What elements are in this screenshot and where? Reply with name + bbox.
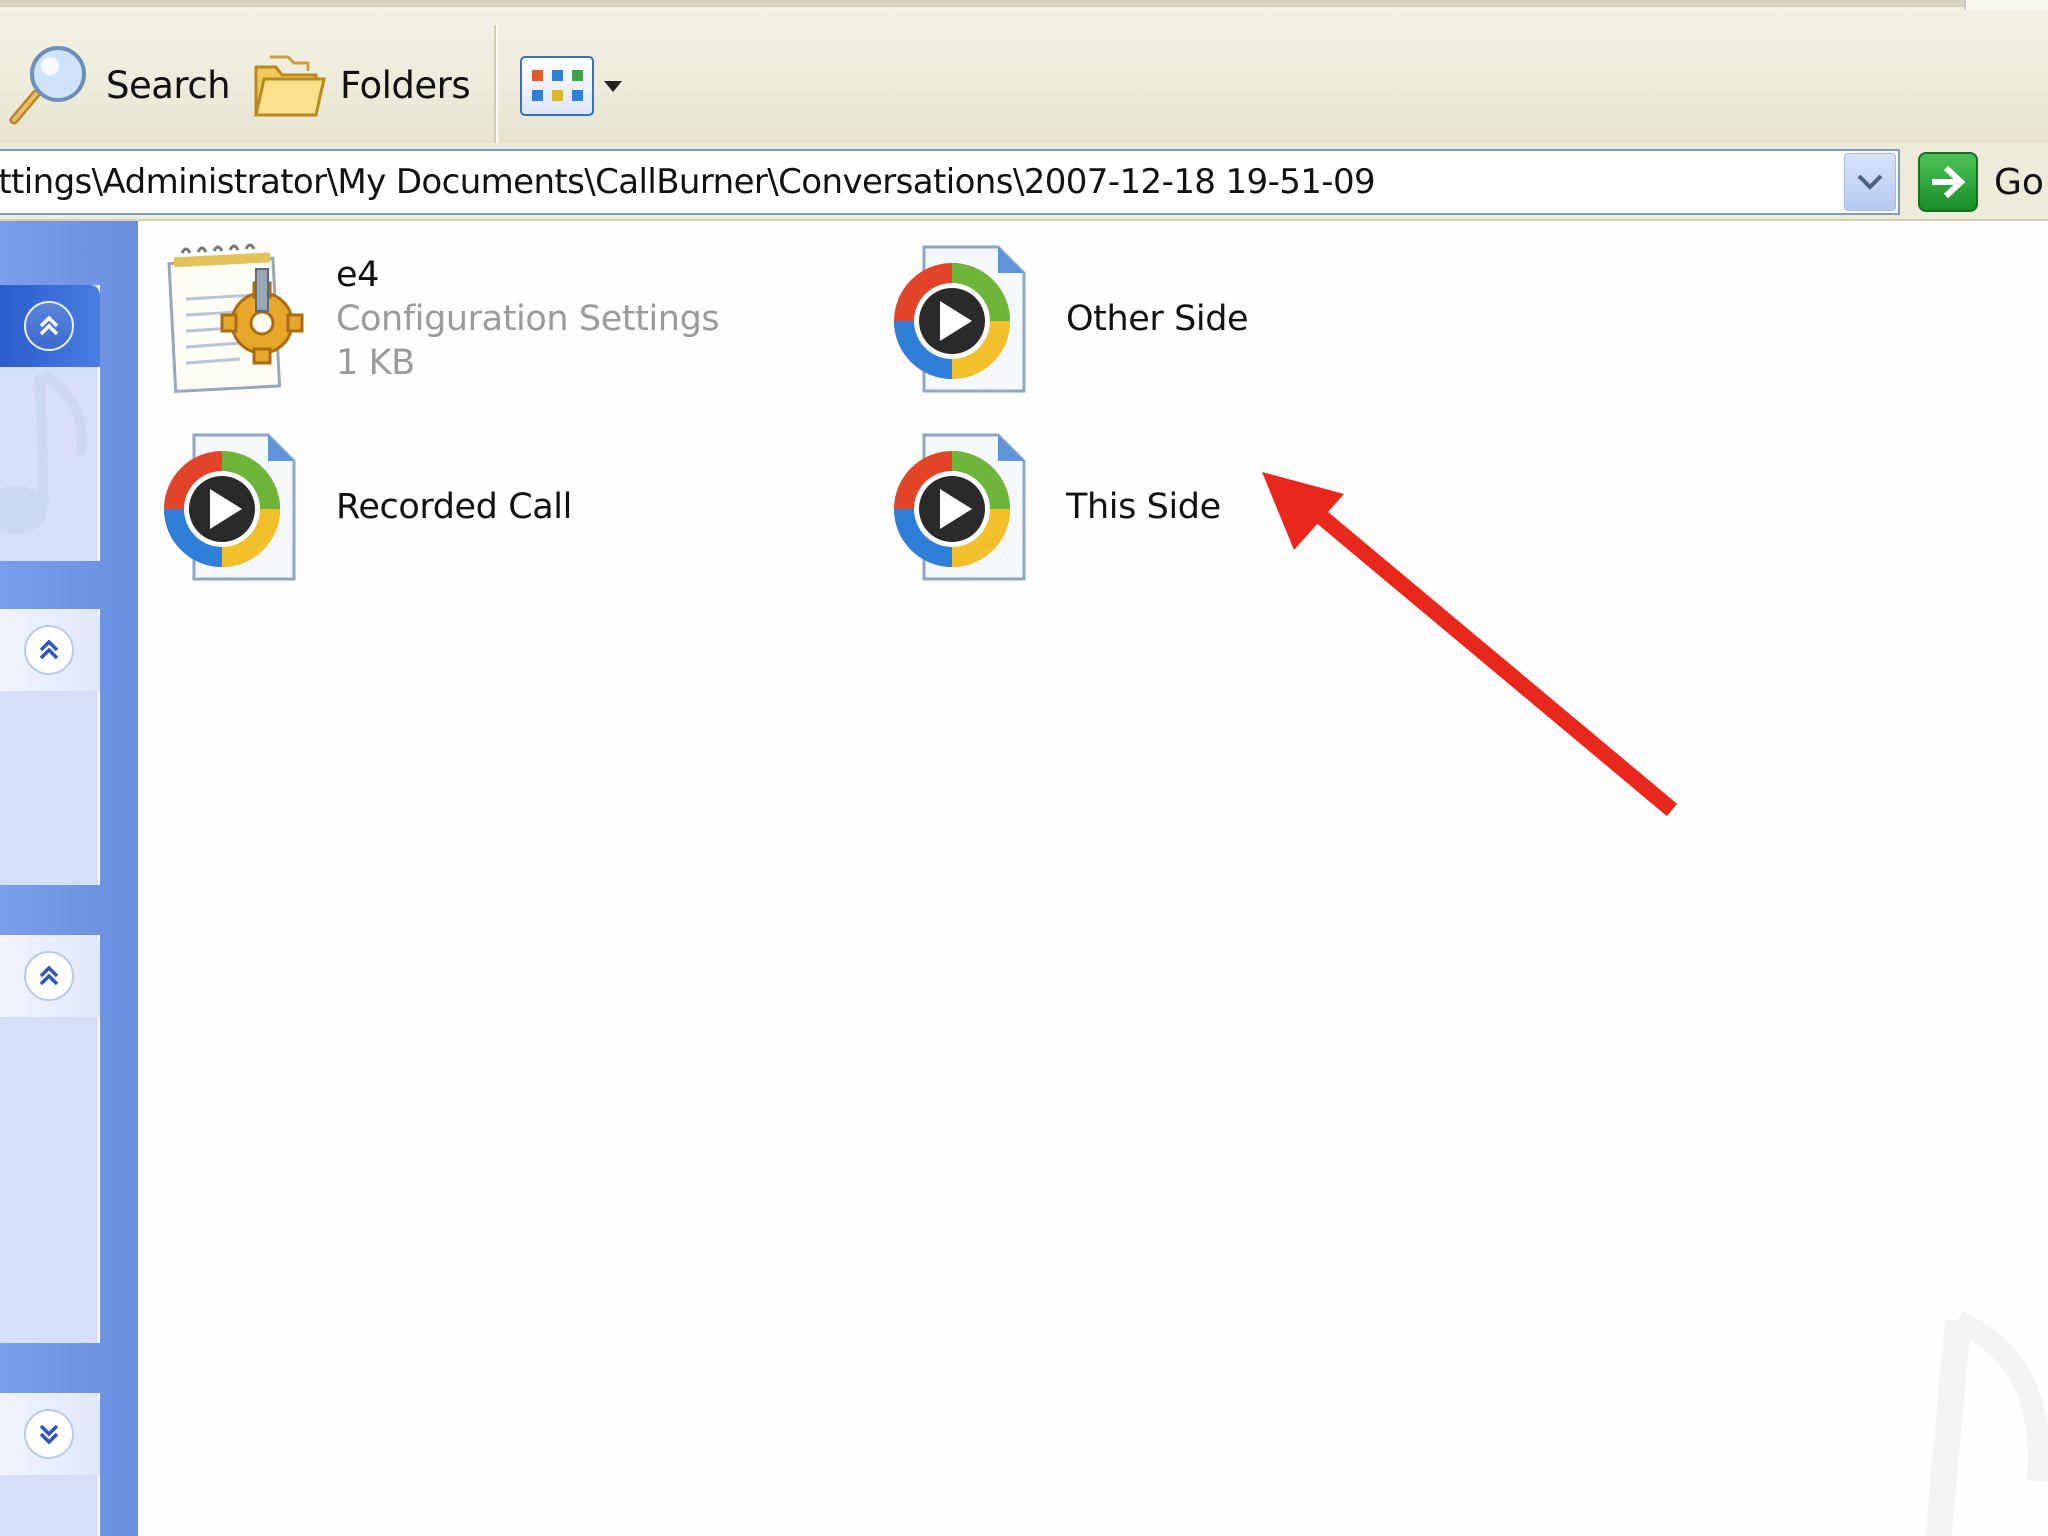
file-name: Recorded Call bbox=[336, 487, 572, 527]
file-size: 1 KB bbox=[336, 343, 415, 383]
go-button[interactable]: Go bbox=[1918, 151, 2044, 213]
file-list: e4 Configuration Settings 1 KB Other Sid… bbox=[138, 221, 2048, 1536]
task-panel-3 bbox=[0, 935, 100, 1343]
file-item-other-side[interactable]: Other Side bbox=[890, 239, 1249, 399]
media-file-icon bbox=[160, 427, 310, 587]
file-name: e4 bbox=[336, 255, 380, 295]
file-type: Configuration Settings bbox=[336, 299, 720, 339]
toolbar-corner bbox=[1964, 0, 2048, 10]
folders-label: Folders bbox=[340, 63, 471, 107]
file-item-this-side[interactable]: This Side bbox=[890, 427, 1221, 587]
collapse-chevron-icon[interactable] bbox=[24, 301, 74, 351]
file-name: Other Side bbox=[1066, 299, 1249, 339]
go-label: Go bbox=[1994, 161, 2044, 203]
address-path: ettings\Administrator\My Documents\CallB… bbox=[0, 162, 1376, 202]
music-note-watermark-icon bbox=[1925, 1310, 2048, 1536]
task-panel-1 bbox=[0, 285, 100, 561]
file-item-e4[interactable]: e4 Configuration Settings 1 KB bbox=[160, 239, 720, 399]
address-dropdown-button[interactable] bbox=[1844, 153, 1896, 211]
views-button[interactable] bbox=[520, 51, 622, 121]
expand-chevron-icon[interactable] bbox=[24, 1409, 74, 1459]
go-arrow-icon bbox=[1918, 152, 1978, 212]
file-item-recorded-call[interactable]: Recorded Call bbox=[160, 427, 572, 587]
music-note-watermark-icon bbox=[0, 370, 87, 534]
config-file-icon bbox=[160, 239, 310, 399]
address-bar: ettings\Administrator\My Documents\CallB… bbox=[0, 143, 2048, 221]
task-panel-2 bbox=[0, 609, 100, 885]
search-icon bbox=[9, 46, 86, 125]
address-field[interactable]: ettings\Administrator\My Documents\CallB… bbox=[0, 149, 1900, 215]
search-label: Search bbox=[106, 63, 231, 107]
folders-button[interactable]: Folders bbox=[250, 45, 471, 125]
views-icon bbox=[520, 56, 594, 116]
chevron-down-icon bbox=[1857, 174, 1883, 190]
search-button[interactable]: Search bbox=[6, 45, 231, 125]
chevron-down-icon bbox=[604, 80, 622, 92]
task-pane bbox=[0, 221, 138, 1536]
media-file-icon bbox=[890, 427, 1040, 587]
file-name: This Side bbox=[1066, 487, 1221, 527]
collapse-chevron-icon[interactable] bbox=[24, 951, 74, 1001]
media-file-icon bbox=[890, 239, 1040, 399]
collapse-chevron-icon[interactable] bbox=[24, 625, 74, 675]
folders-icon bbox=[254, 55, 326, 117]
task-panel-4 bbox=[0, 1393, 100, 1536]
toolbar-separator bbox=[494, 25, 498, 145]
toolbar: Search Folders bbox=[0, 0, 2048, 145]
